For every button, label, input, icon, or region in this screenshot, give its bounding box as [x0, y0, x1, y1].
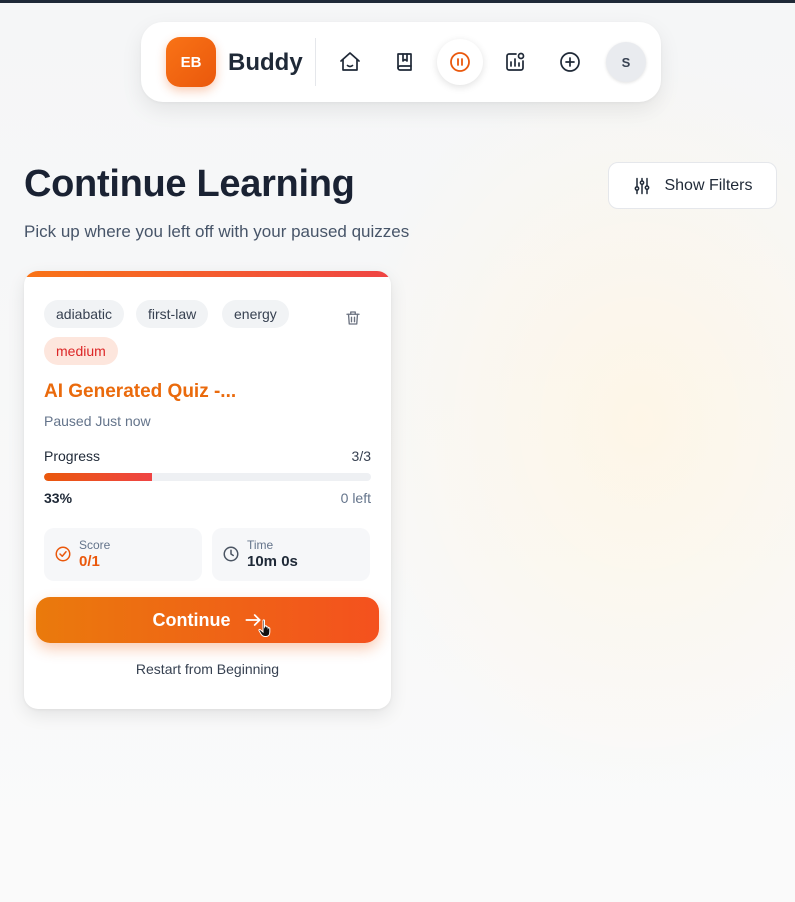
progress-label: Progress: [44, 448, 101, 464]
check-circle-icon: [55, 546, 71, 562]
score-value: 0/1: [79, 553, 100, 570]
questions-left: 0 left: [340, 490, 371, 506]
brand-name[interactable]: Buddy: [228, 49, 303, 77]
user-avatar[interactable]: S: [606, 42, 646, 82]
time-value: 10m 0s: [247, 553, 298, 570]
time-label: Time: [247, 538, 274, 552]
logo-badge[interactable]: EB: [166, 37, 216, 87]
paused-timestamp: Paused Just now: [44, 413, 151, 429]
page-subtitle: Pick up where you left off with your pau…: [24, 222, 410, 241]
progress-bar: [44, 473, 371, 481]
score-stat: Score 0/1: [44, 528, 202, 581]
hand-cursor-icon: [258, 619, 271, 637]
sliders-icon: [635, 177, 650, 194]
progress-count: 3/3: [351, 448, 371, 464]
show-filters-label: Show Filters: [664, 176, 753, 194]
quiz-title[interactable]: AI Generated Quiz -...: [44, 381, 236, 403]
time-stat: Time 10m 0s: [212, 528, 370, 581]
difficulty-badge: medium: [44, 337, 118, 365]
score-label: Score: [79, 538, 111, 552]
page-title: Continue Learning: [24, 163, 355, 205]
paused-quiz-card: adiabatic first-law energy medium AI Gen…: [24, 271, 391, 709]
progress-bar-fill: [44, 473, 152, 481]
add-icon[interactable]: [547, 39, 593, 85]
home-icon[interactable]: [327, 39, 373, 85]
nav-divider: [315, 38, 316, 86]
top-navigation-bar: EB Buddy S: [141, 22, 661, 102]
show-filters-button[interactable]: Show Filters: [608, 162, 777, 209]
continue-button[interactable]: Continue: [36, 597, 379, 643]
card-accent-bar: [24, 271, 391, 277]
continue-label: Continue: [152, 609, 231, 630]
pause-icon[interactable]: [437, 39, 483, 85]
progress-percent: 33%: [44, 490, 73, 506]
book-icon[interactable]: [382, 39, 428, 85]
tag-chip: adiabatic: [44, 300, 125, 328]
window-top-edge: [0, 0, 795, 3]
tag-chip: first-law: [136, 300, 209, 328]
tag-chip: energy: [222, 300, 289, 328]
restart-from-beginning-link[interactable]: Restart from Beginning: [24, 661, 391, 677]
stats-icon[interactable]: [492, 39, 538, 85]
trash-icon[interactable]: [342, 307, 364, 329]
clock-icon: [223, 546, 239, 562]
